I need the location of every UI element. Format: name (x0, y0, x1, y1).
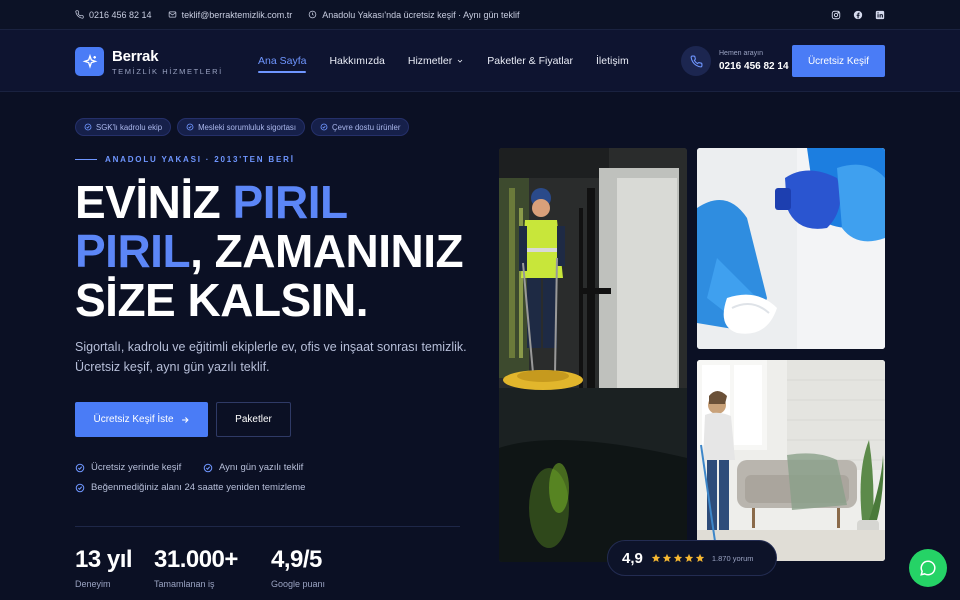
nav-item-contact[interactable]: İletişim (596, 55, 629, 67)
nav-item-label: Hakkımızda (329, 55, 385, 67)
arrow-right-icon (181, 416, 189, 423)
clock-icon (308, 10, 317, 19)
check-circle-icon (84, 123, 92, 131)
nav-item-label: Ana Sayfa (258, 55, 307, 67)
nav-item-about[interactable]: Hakkımızda (329, 55, 384, 67)
feature-check: Beğenmediğiniz alanı 24 saatte yeniden t… (75, 482, 305, 493)
mail-icon (168, 11, 176, 18)
topbar-phone[interactable]: 0216 456 82 14 (75, 10, 152, 20)
star-icon (684, 553, 694, 562)
nav-item-services[interactable]: Hizmetler (408, 55, 464, 67)
check-circle-icon (203, 463, 213, 472)
social-links (831, 10, 885, 20)
topbar-email[interactable]: teklif@berraktemizlik.com.tr (168, 9, 293, 20)
nav-phone-caption: Hemen arayın (719, 50, 763, 57)
nav-item-home[interactable]: Ana Sayfa (258, 55, 307, 73)
check-circle-icon (75, 483, 85, 492)
trust-badge: Mesleki sorumluluk sigortası (177, 118, 305, 136)
logo-mark[interactable] (75, 47, 104, 76)
trust-badges: SGK'lı kadrolu ekip Mesleki sorumluluk s… (75, 118, 410, 136)
phone-icon (75, 10, 84, 19)
brand-tagline: TEMİZLİK HİZMETLERİ (112, 67, 223, 76)
nav-phone-number[interactable]: 0216 456 82 14 (719, 61, 789, 72)
sparkle-icon (82, 53, 97, 69)
topbar-hours: Anadolu Yakası'nda ücretsiz keşif · Aynı… (308, 9, 520, 20)
stats-divider (75, 526, 460, 527)
request-survey-button[interactable]: Ücretsiz Keşif İste (75, 402, 208, 437)
feature-check-label: Aynı gün yazılı teklif (219, 462, 304, 473)
stat-value: 31.000+ (154, 546, 238, 573)
hero-eyebrow: ANADOLU YAKASI · 2013'TEN BERİ (75, 155, 295, 164)
top-info-bar: 0216 456 82 14 teklif@berraktemizlik.com… (0, 0, 960, 30)
brand-name[interactable]: Berrak (112, 48, 159, 65)
phone-icon (690, 55, 702, 67)
feature-check: Ücretsiz yerinde keşif (75, 462, 181, 473)
linkedin-icon[interactable] (875, 10, 885, 20)
topbar-phone-text: 0216 456 82 14 (89, 9, 152, 20)
chat-bubble-icon (920, 560, 936, 576)
nav-item-label: Hizmetler (407, 55, 453, 67)
nav-phone-button[interactable] (681, 46, 711, 76)
floor-cleaning-illustration (499, 148, 687, 562)
nav-item-label: Paketler & Fiyatlar (487, 55, 574, 67)
photo-gloves-spray (697, 148, 885, 349)
gloves-spray-illustration (697, 148, 885, 349)
chevron-down-icon (457, 59, 463, 63)
trust-badge: Çevre dostu ürünler (311, 118, 410, 136)
stat-value: 13 yıl (75, 546, 133, 573)
star-icon (673, 553, 683, 562)
stat-label: Deneyim (75, 579, 111, 589)
stat-label: Google puanı (271, 579, 326, 589)
hero-subtext: Sigortalı, kadrolu ve eğitimli ekiplerle… (75, 340, 467, 374)
check-circle-icon (320, 123, 328, 131)
main-navbar: Berrak TEMİZLİK HİZMETLERİ Ana Sayfa Hak… (0, 30, 960, 92)
rating-stars (651, 553, 705, 563)
star-icon (695, 553, 705, 562)
star-icon (662, 553, 672, 562)
headline-part: EVİNİZ (75, 176, 233, 228)
topbar-hours-text: Anadolu Yakası'nda ücretsiz keşif · Aynı… (322, 9, 520, 20)
feature-check: Aynı gün yazılı teklif (203, 462, 303, 473)
instagram-icon[interactable] (831, 10, 841, 20)
check-circle-icon (186, 123, 194, 131)
nav-item-label: İletişim (596, 55, 629, 67)
trust-badge-label: Mesleki sorumluluk sigortası (198, 122, 296, 132)
facebook-icon[interactable] (853, 10, 863, 20)
feature-check-label: Beğenmediğiniz alanı 24 saatte yeniden t… (91, 482, 306, 493)
hero-headline: EVİNİZ PIRIL PIRIL, ZAMANINIZ SİZE KALSI… (75, 178, 475, 325)
nav-item-packages[interactable]: Paketler & Fiyatlar (487, 55, 573, 67)
photo-floor-cleaning (499, 148, 687, 562)
trust-badge-label: Çevre dostu ürünler (332, 122, 401, 132)
rating-badge[interactable]: 4,9 1.870 yorum (607, 540, 777, 576)
star-icon (651, 553, 661, 562)
topbar-email-text: teklif@berraktemizlik.com.tr (181, 9, 293, 20)
request-survey-label: Ücretsiz Keşif İste (93, 414, 174, 425)
rating-count: 1.870 yorum (711, 553, 754, 563)
trust-badge-label: SGK'lı kadrolu ekip (96, 122, 163, 132)
woman-mopping-illustration (697, 360, 885, 561)
free-survey-button[interactable]: Ücretsiz Keşif (792, 45, 885, 77)
photo-woman-mopping (697, 360, 885, 561)
trust-badge: SGK'lı kadrolu ekip (75, 118, 172, 136)
check-circle-icon (75, 463, 85, 472)
packages-button[interactable]: Paketler (216, 402, 291, 437)
whatsapp-chat-button[interactable] (909, 549, 947, 587)
feature-check-label: Ücretsiz yerinde keşif (91, 462, 182, 473)
rating-value: 4,9 (622, 549, 643, 567)
stat-label: Tamamlanan iş (154, 579, 215, 589)
stat-value: 4,9/5 (271, 546, 322, 573)
nav-menu: Ana Sayfa Hakkımızda Hizmetler Paketler … (258, 55, 652, 73)
